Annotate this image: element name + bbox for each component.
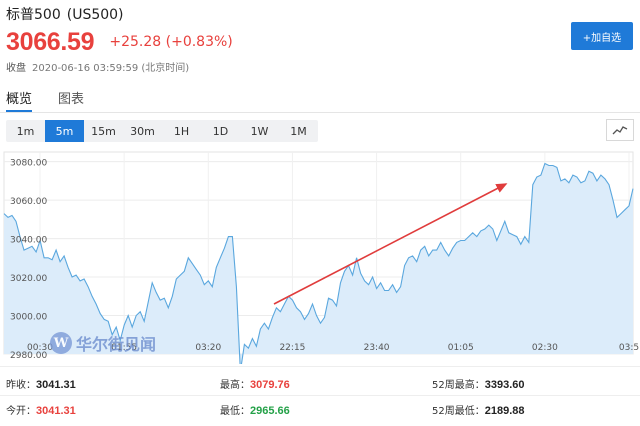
stat-label: 52周最高： [432, 380, 485, 391]
x-tick-label: 23:40 [364, 343, 390, 353]
watermark: W 华尔街见闻 [50, 331, 156, 355]
price-change: +25.28 (+0.83%) [109, 34, 233, 50]
period-1m[interactable]: 1m [6, 120, 45, 142]
stat-label: 昨收： [6, 380, 36, 391]
stat-value: 2965.66 [250, 405, 290, 417]
y-tick-label: 3040.00 [10, 236, 47, 246]
instrument-title: 标普500 (US500) [6, 4, 124, 24]
period-1w[interactable]: 1W [240, 120, 279, 142]
period-selector: 1m 5m 15m 30m 1H 1D 1W 1M [6, 120, 318, 142]
stat-52w-low: 52周最低：2189.88 [432, 402, 525, 417]
market-status: 收盘 2020-06-16 03:59:59 (北京时间) [6, 59, 189, 74]
stat-value: 3041.31 [36, 405, 76, 417]
watermark-logo: W [50, 332, 72, 354]
stat-value: 2189.88 [484, 405, 525, 417]
stat-value: 3041.31 [36, 379, 76, 391]
period-30m[interactable]: 30m [123, 120, 162, 142]
stat-open: 今开：3041.31 [6, 402, 76, 417]
period-15m[interactable]: 15m [84, 120, 123, 142]
instrument-name: 标普500 [6, 7, 61, 23]
tabs-divider [0, 112, 640, 113]
period-5m[interactable]: 5m [45, 120, 84, 142]
stat-high: 最高：3079.76 [220, 376, 290, 391]
x-tick-label: 01:05 [448, 343, 474, 353]
stat-value: 3079.76 [250, 379, 290, 391]
stat-label: 最高： [220, 380, 250, 391]
instrument-code: (US500) [66, 7, 124, 23]
status-label: 收盘 [6, 63, 26, 74]
y-tick-label: 3060.00 [10, 197, 47, 207]
stat-label: 最低： [220, 406, 250, 417]
y-tick-label: 3080.00 [10, 159, 47, 169]
status-timestamp: 2020-06-16 03:59:59 (北京时间) [32, 63, 190, 74]
tab-chart[interactable]: 图表 [58, 88, 84, 107]
watermark-text: 华尔街见闻 [76, 335, 157, 354]
x-tick-label: 03:20 [195, 343, 221, 353]
add-watchlist-button[interactable]: +加自选 [571, 22, 633, 50]
stat-label: 今开： [6, 406, 36, 417]
x-tick-label: 03:5 [619, 343, 639, 353]
stat-value: 3393.60 [484, 379, 525, 391]
stat-low: 最低：2965.66 [220, 402, 290, 417]
x-tick-label: 02:30 [532, 343, 558, 353]
view-tabs: 概览 图表 [0, 84, 640, 112]
period-1mo[interactable]: 1M [279, 120, 318, 142]
stat-52w-high: 52周最高：3393.60 [432, 376, 525, 391]
stats-divider [0, 366, 640, 367]
y-tick-label: 3000.00 [10, 313, 47, 323]
chart-type-toggle[interactable] [606, 119, 634, 141]
stat-label: 52周最低： [432, 406, 485, 417]
x-tick-label: 22:15 [279, 343, 305, 353]
y-tick-label: 3020.00 [10, 274, 47, 284]
line-chart-icon [612, 126, 628, 135]
stats-divider-2 [0, 395, 640, 396]
period-1d[interactable]: 1D [201, 120, 240, 142]
last-price: 3066.59 [6, 28, 95, 56]
price-row: 3066.59 +25.28 (+0.83%) [6, 28, 233, 57]
stat-prev-close: 昨收：3041.31 [6, 376, 76, 391]
period-1h[interactable]: 1H [162, 120, 201, 142]
tab-overview[interactable]: 概览 [6, 88, 32, 107]
